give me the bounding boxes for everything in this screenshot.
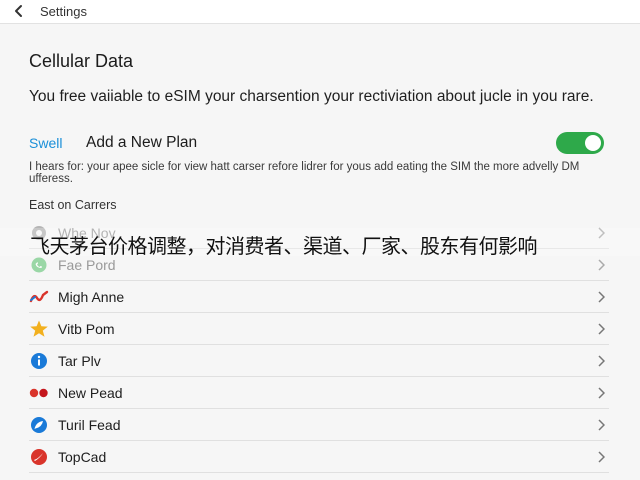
carrier-label: Migh Anne	[58, 289, 125, 305]
carrier-row-topcad[interactable]: TopCad	[29, 441, 609, 473]
carriers-section-label: East on Carrers	[29, 198, 117, 212]
carrier-row-new-pead[interactable]: New Pead	[29, 377, 609, 409]
caption-overlay: 飞天茅台价格调整，对消费者、渠道、厂家、股东有何影响	[0, 228, 640, 258]
top-bar: Settings	[0, 0, 640, 24]
page-title: Cellular Data	[29, 51, 134, 71]
carrier-row-migh-anne[interactable]: Migh Anne	[29, 281, 609, 313]
add-plan-toggle[interactable]	[556, 132, 604, 154]
squiggle-icon	[29, 290, 49, 303]
swell-link[interactable]: Swell	[29, 135, 62, 151]
carrier-label: TopCad	[58, 449, 107, 465]
page-description: You free vaiiable to eSIM your charsenti…	[29, 88, 594, 105]
info-icon	[31, 353, 47, 369]
chevron-left-icon[interactable]	[11, 3, 27, 19]
fine-print-text: I hears for: your apee sicle for view ha…	[29, 161, 580, 185]
carrier-label: New Pead	[58, 385, 123, 401]
chevron-right-icon	[598, 291, 605, 303]
chevron-right-icon	[598, 419, 605, 431]
star-icon	[30, 320, 48, 337]
toggle-knob	[585, 135, 601, 151]
chevron-right-icon	[598, 259, 605, 271]
top-bar-title: Settings	[40, 4, 87, 19]
carrier-row-turil-fead[interactable]: Turil Fead	[29, 409, 609, 441]
carrier-label: Tar Plv	[58, 353, 101, 369]
chevron-right-icon	[598, 355, 605, 367]
swoosh-icon	[31, 449, 47, 465]
caption-overlay-text: 飞天茅台价格调整，对消费者、渠道、厂家、股东有何影响	[30, 234, 538, 258]
leaf-icon	[31, 417, 47, 433]
carrier-label: Fae Pord	[58, 257, 116, 273]
chevron-right-icon	[598, 451, 605, 463]
add-plan-row: Swell Add a New Plan	[29, 132, 609, 156]
two-dots-icon	[29, 388, 48, 398]
carrier-label: Turil Fead	[58, 417, 121, 433]
carrier-row-tar-plv[interactable]: Tar Plv	[29, 345, 609, 377]
carrier-row-vitb-pom[interactable]: Vitb Pom	[29, 313, 609, 345]
carrier-label: Vitb Pom	[58, 321, 115, 337]
add-plan-label: Add a New Plan	[86, 134, 198, 151]
chevron-right-icon	[598, 387, 605, 399]
chevron-right-icon	[598, 323, 605, 335]
